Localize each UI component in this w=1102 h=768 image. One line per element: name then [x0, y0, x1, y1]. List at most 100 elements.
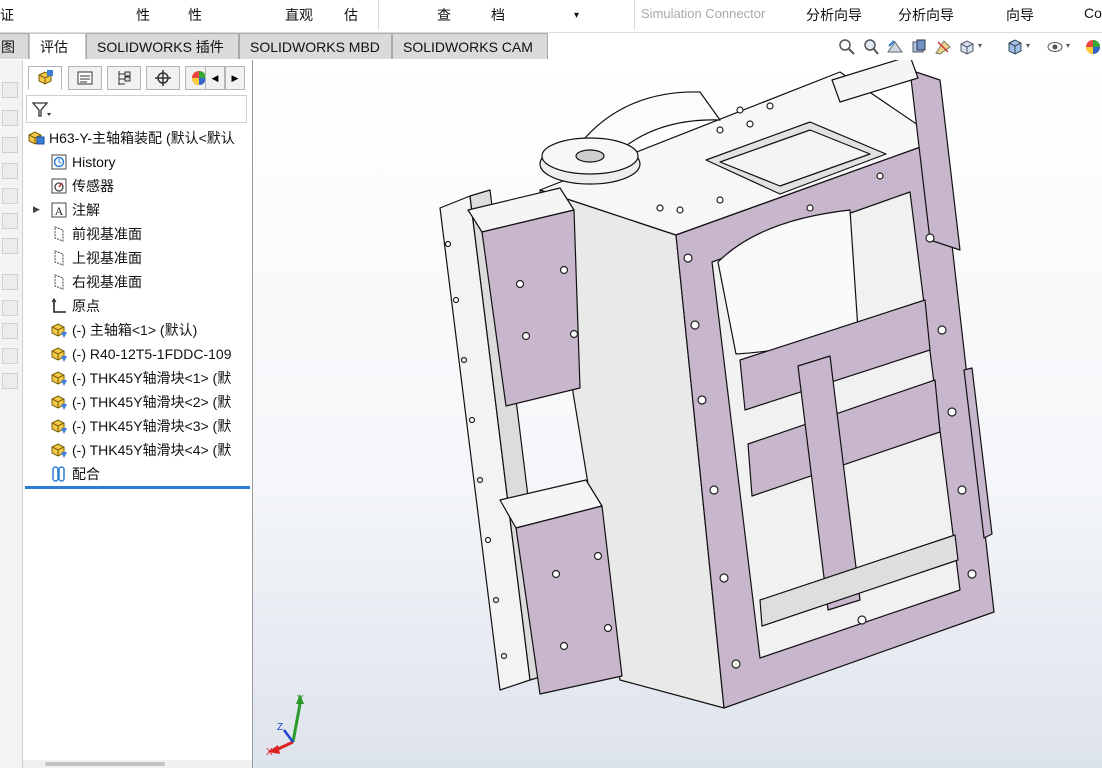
wizard-button[interactable]: 向导 — [1006, 5, 1034, 25]
chevron-down-icon[interactable]: ▾ — [1026, 41, 1030, 50]
tree-item-component[interactable]: (-) THK45Y轴滑块<2> (默 — [50, 390, 231, 414]
dimxpert-icon — [155, 70, 171, 86]
tree-item-label: History — [72, 154, 116, 170]
configuration-manager-icon — [118, 71, 131, 85]
filter-icon[interactable] — [31, 101, 53, 119]
tree-item-sensors[interactable]: 传感器 — [50, 174, 114, 198]
horizontal-scrollbar[interactable] — [23, 760, 252, 768]
tab-scroll-left[interactable]: ◀ — [205, 66, 225, 90]
tree-item-component[interactable]: (-) R40-12T5-1FDDC-109 — [50, 342, 231, 366]
triad-z-label: Z — [277, 722, 283, 733]
side-command-strip — [0, 60, 23, 768]
plane-icon — [54, 274, 64, 290]
triad-y-label: Y — [297, 694, 304, 705]
tree-item-label: 注解 — [72, 202, 100, 218]
tree-item-label: (-) THK45Y轴滑块<3> (默 — [72, 418, 232, 434]
ribbon-command[interactable]: 直观 — [285, 5, 313, 25]
chevron-down-icon[interactable]: ▾ — [978, 41, 982, 50]
tree-item-origin[interactable]: 原点 — [50, 294, 100, 318]
tree-item-top-plane[interactable]: 上视基准面 — [50, 246, 142, 270]
ribbon-command[interactable]: 档 — [491, 5, 505, 25]
mate-icon — [52, 466, 65, 482]
tree-root-label: H63-Y-主轴箱装配 (默认<默认 — [49, 130, 235, 146]
analysis-wizard-button[interactable]: 分析向导 — [806, 5, 862, 25]
display-style-icon[interactable] — [1006, 38, 1024, 56]
command-icon[interactable] — [2, 110, 18, 126]
coordinate-triad: Y Z X — [266, 694, 304, 758]
appearance-icon[interactable] — [1084, 38, 1102, 56]
tree-item-component[interactable]: (-) THK45Y轴滑块<4> (默 — [50, 438, 231, 462]
tree-item-label: 右视基准面 — [72, 274, 142, 290]
dynamic-annotation-icon[interactable] — [934, 38, 952, 56]
tree-item-mates[interactable]: 配合 — [50, 462, 100, 486]
plane-icon — [54, 226, 64, 242]
command-icon[interactable] — [2, 213, 18, 229]
view-orientation-icon[interactable] — [958, 38, 976, 56]
previous-view-icon[interactable] — [886, 38, 904, 56]
tree-item-label: (-) THK45Y轴滑块<1> (默 — [72, 370, 232, 386]
command-icon[interactable] — [2, 274, 18, 290]
tree-item-annotations[interactable]: A 注解 — [50, 198, 100, 222]
tree-item-label: 传感器 — [72, 178, 114, 194]
feature-manager-tabs: ◀ ▶ — [23, 66, 252, 92]
zoom-area-icon[interactable] — [862, 38, 880, 56]
tree-root-assembly[interactable]: H63-Y-主轴箱装配 (默认<默认 — [27, 126, 235, 150]
tab-solidworks-mbd[interactable]: SOLIDWORKS MBD — [239, 33, 392, 59]
simulation-connector-button[interactable]: Simulation Connector — [641, 6, 765, 21]
command-icon[interactable] — [2, 82, 18, 98]
command-icon[interactable] — [2, 348, 18, 364]
part-icon — [51, 395, 67, 410]
ribbon-command[interactable]: 证 — [0, 5, 14, 25]
ribbon-command[interactable]: 查 — [437, 5, 451, 25]
ribbon-command[interactable]: 估 — [344, 5, 358, 25]
chevron-down-icon[interactable]: ▾ — [1066, 41, 1070, 50]
ribbon-command[interactable]: Co — [1084, 5, 1102, 21]
rollback-bar[interactable] — [25, 486, 250, 489]
tree-item-label: 前视基准面 — [72, 226, 142, 242]
scrollbar-thumb[interactable] — [45, 762, 165, 766]
tree-filter-box[interactable] — [26, 95, 247, 123]
tree-item-component[interactable]: (-) 主轴箱<1> (默认) — [50, 318, 197, 342]
command-icon[interactable] — [2, 373, 18, 389]
ribbon-dropdown-arrow[interactable]: ▾ — [574, 10, 579, 21]
part-icon — [51, 371, 67, 386]
tree-item-label: 配合 — [72, 466, 100, 482]
ribbon-command[interactable]: 性 — [188, 5, 202, 25]
section-view-icon[interactable] — [910, 38, 928, 56]
tree-item-history[interactable]: History — [50, 150, 116, 174]
command-icon[interactable] — [2, 163, 18, 179]
tab-sketch[interactable]: 图 — [0, 33, 29, 59]
tab-solidworks-addins[interactable]: SOLIDWORKS 插件 — [86, 33, 239, 59]
command-icon[interactable] — [2, 300, 18, 316]
command-icon[interactable] — [2, 188, 18, 204]
tab-property-manager[interactable] — [68, 66, 102, 90]
tree-item-label: (-) THK45Y轴滑块<2> (默 — [72, 394, 232, 410]
command-icon[interactable] — [2, 238, 18, 254]
chevron-right-icon: ▶ — [231, 72, 239, 83]
command-icon[interactable] — [2, 137, 18, 153]
annotation-icon: A — [51, 202, 67, 218]
analysis-wizard-button[interactable]: 分析向导 — [898, 5, 954, 25]
zoom-to-fit-icon[interactable] — [838, 38, 856, 56]
tree-item-right-plane[interactable]: 右视基准面 — [50, 270, 142, 294]
tab-scroll-right[interactable]: ▶ — [225, 66, 245, 90]
hide-show-items-icon[interactable] — [1046, 38, 1064, 56]
graphics-area[interactable]: Y Z X — [253, 60, 1102, 768]
part-icon — [51, 323, 67, 338]
tab-solidworks-cam[interactable]: SOLIDWORKS CAM — [392, 33, 548, 59]
part-icon — [51, 347, 67, 362]
chevron-left-icon: ◀ — [211, 72, 219, 83]
tree-item-label: 上视基准面 — [72, 250, 142, 266]
tab-feature-tree[interactable] — [28, 66, 62, 90]
tree-item-front-plane[interactable]: 前视基准面 — [50, 222, 142, 246]
tab-evaluate[interactable]: 评估 — [29, 33, 86, 59]
ribbon-command[interactable]: 性 — [136, 5, 150, 25]
tab-dimxpert-manager[interactable] — [146, 66, 180, 90]
expand-arrow-icon[interactable]: ▶ — [33, 204, 40, 215]
model-view: Y Z X — [266, 60, 995, 758]
command-icon[interactable] — [2, 323, 18, 339]
tree-item-component[interactable]: (-) THK45Y轴滑块<1> (默 — [50, 366, 231, 390]
property-manager-icon — [77, 71, 93, 85]
tab-configuration-manager[interactable] — [107, 66, 141, 90]
tree-item-component[interactable]: (-) THK45Y轴滑块<3> (默 — [50, 414, 231, 438]
